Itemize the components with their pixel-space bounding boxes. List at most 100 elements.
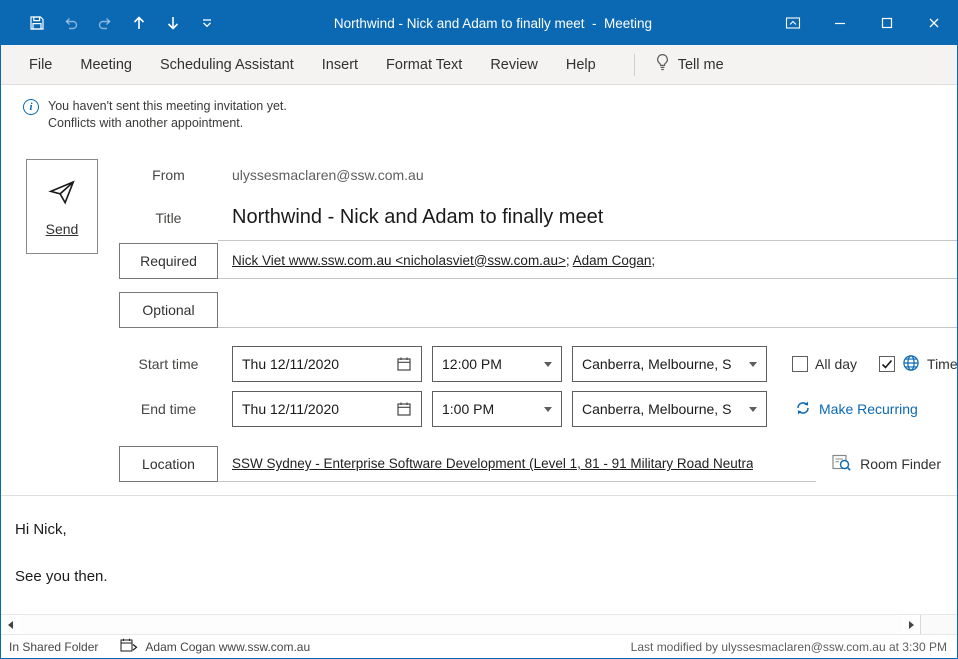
end-time-value: 1:00 PM (442, 401, 536, 417)
scrollbar-corner (920, 615, 957, 634)
tab-review[interactable]: Review (476, 45, 552, 85)
tab-file[interactable]: File (15, 45, 66, 85)
location-row: Location SSW Sydney - Enterprise Softwar… (119, 446, 957, 482)
info-bar: i You haven't sent this meeting invitati… (1, 85, 957, 132)
all-day-label: All day (815, 356, 857, 372)
tab-format-text[interactable]: Format Text (372, 45, 476, 85)
tab-scheduling-assistant[interactable]: Scheduling Assistant (146, 45, 308, 85)
send-icon (47, 177, 77, 212)
maximize-icon[interactable] (863, 1, 910, 45)
menu-divider (634, 54, 635, 76)
make-recurring-button[interactable]: Make Recurring (795, 400, 918, 419)
lightbulb-icon (655, 53, 670, 77)
title-row: Title Northwind - Nick and Adam to final… (119, 194, 957, 241)
horizontal-scrollbar[interactable] (1, 614, 957, 635)
status-contact-label: Adam Cogan www.ssw.com.au (145, 640, 310, 654)
tab-meeting[interactable]: Meeting (66, 45, 146, 85)
undo-icon[interactable] (61, 13, 81, 33)
start-time-row: Start time Thu 12/11/2020 12:00 PM (119, 346, 957, 382)
info-line-unsent: You haven't sent this meeting invitation… (48, 98, 287, 115)
title-label: Title (119, 210, 218, 226)
quick-access-toolbar (1, 13, 217, 33)
end-date-picker[interactable]: Thu 12/11/2020 (232, 391, 422, 427)
room-finder-button[interactable]: Room Finder (832, 454, 957, 475)
optional-row: Optional (119, 291, 957, 328)
title-input[interactable]: Northwind - Nick and Adam to finally mee… (232, 206, 603, 229)
from-label: From (119, 167, 218, 183)
body-line: Hi Nick, (15, 521, 943, 538)
save-icon[interactable] (27, 13, 47, 33)
meeting-window: Northwind - Nick and Adam to finally mee… (0, 0, 958, 659)
chevron-down-icon (544, 362, 552, 367)
ribbon-tabs: File Meeting Scheduling Assistant Insert… (1, 45, 957, 85)
room-finder-label: Room Finder (860, 456, 941, 472)
start-timezone-dropdown[interactable]: Canberra, Melbourne, S (572, 346, 767, 382)
end-timezone-value: Canberra, Melbourne, S (582, 401, 741, 417)
required-row: Required Nick Viet www.ssw.com.au <nicho… (119, 242, 957, 279)
tell-me-box[interactable]: Tell me (645, 53, 734, 77)
end-time-label: End time (119, 401, 218, 417)
make-recurring-label: Make Recurring (819, 401, 918, 417)
end-time-dropdown[interactable]: 1:00 PM (432, 391, 562, 427)
recipient-separator-end: ; (651, 253, 655, 268)
calendar-icon[interactable] (396, 356, 412, 372)
end-time-row: End time Thu 12/11/2020 1:00 PM (119, 391, 957, 427)
status-contact: Adam Cogan www.ssw.com.au (120, 638, 310, 656)
required-recipients: Nick Viet www.ssw.com.au <nicholasviet@s… (232, 253, 655, 268)
location-button[interactable]: Location (119, 446, 218, 482)
all-day-checkbox-group[interactable]: All day (792, 356, 857, 372)
tab-help[interactable]: Help (552, 45, 610, 85)
window-controls (769, 1, 957, 45)
shared-folder-icon (120, 638, 138, 656)
message-body-editor[interactable]: Hi Nick, See you then. (1, 496, 957, 614)
customize-quick-access-icon[interactable] (197, 13, 217, 33)
send-button-label: Send (46, 221, 79, 237)
required-button[interactable]: Required (119, 243, 218, 279)
move-up-icon[interactable] (129, 13, 149, 33)
minimize-icon[interactable] (816, 1, 863, 45)
time-zones-checkbox-checked[interactable] (879, 356, 895, 372)
titlebar: Northwind - Nick and Adam to finally mee… (1, 1, 957, 45)
tab-insert[interactable]: Insert (308, 45, 372, 85)
optional-input[interactable] (218, 291, 957, 328)
window-title: Northwind - Nick and Adam to finally mee… (217, 16, 769, 31)
room-finder-icon (832, 454, 852, 475)
info-icon: i (23, 99, 39, 115)
status-folder: In Shared Folder (9, 640, 98, 654)
move-down-icon[interactable] (163, 13, 183, 33)
status-last-modified: Last modified by ulyssesmaclaren@ssw.com… (631, 640, 947, 654)
recipient-link-adam[interactable]: Adam Cogan (573, 253, 652, 268)
status-bar: In Shared Folder Adam Cogan www.ssw.com.… (1, 635, 957, 658)
all-day-checkbox[interactable] (792, 356, 808, 372)
end-timezone-dropdown[interactable]: Canberra, Melbourne, S (572, 391, 767, 427)
info-line-conflict: Conflicts with another appointment. (48, 115, 287, 132)
time-zones-checkbox-group[interactable]: Time (879, 354, 957, 375)
redo-icon[interactable] (95, 13, 115, 33)
ribbon-display-options-icon[interactable] (769, 1, 816, 45)
scroll-right-icon[interactable] (902, 615, 920, 634)
time-zones-label: Time (927, 356, 957, 372)
recipient-separator: ; (566, 253, 573, 268)
start-timezone-value: Canberra, Melbourne, S (582, 356, 741, 372)
send-button[interactable]: Send (26, 159, 98, 254)
location-link[interactable]: SSW Sydney - Enterprise Software Develop… (232, 456, 753, 471)
optional-button[interactable]: Optional (119, 292, 218, 328)
recipient-link-nick[interactable]: Nick Viet www.ssw.com.au <nicholasviet@s… (232, 253, 566, 268)
start-time-dropdown[interactable]: 12:00 PM (432, 346, 562, 382)
scroll-left-icon[interactable] (1, 615, 19, 634)
calendar-icon[interactable] (396, 401, 412, 417)
start-time-value: 12:00 PM (442, 356, 536, 372)
chevron-down-icon (749, 407, 757, 412)
recurring-icon (795, 400, 811, 419)
content-area: i You haven't sent this meeting invitati… (1, 85, 957, 614)
scrollbar-track[interactable] (19, 615, 902, 634)
chevron-down-icon (749, 362, 757, 367)
meeting-form: Send From ulyssesmaclaren@ssw.com.au Tit… (1, 156, 957, 482)
form-fields: From ulyssesmaclaren@ssw.com.au Title No… (119, 156, 957, 482)
start-time-label: Start time (119, 356, 218, 372)
start-date-picker[interactable]: Thu 12/11/2020 (232, 346, 422, 382)
tell-me-label: Tell me (678, 57, 724, 73)
from-value[interactable]: ulyssesmaclaren@ssw.com.au (232, 167, 424, 183)
from-row: From ulyssesmaclaren@ssw.com.au (119, 156, 957, 194)
close-icon[interactable] (910, 1, 957, 45)
